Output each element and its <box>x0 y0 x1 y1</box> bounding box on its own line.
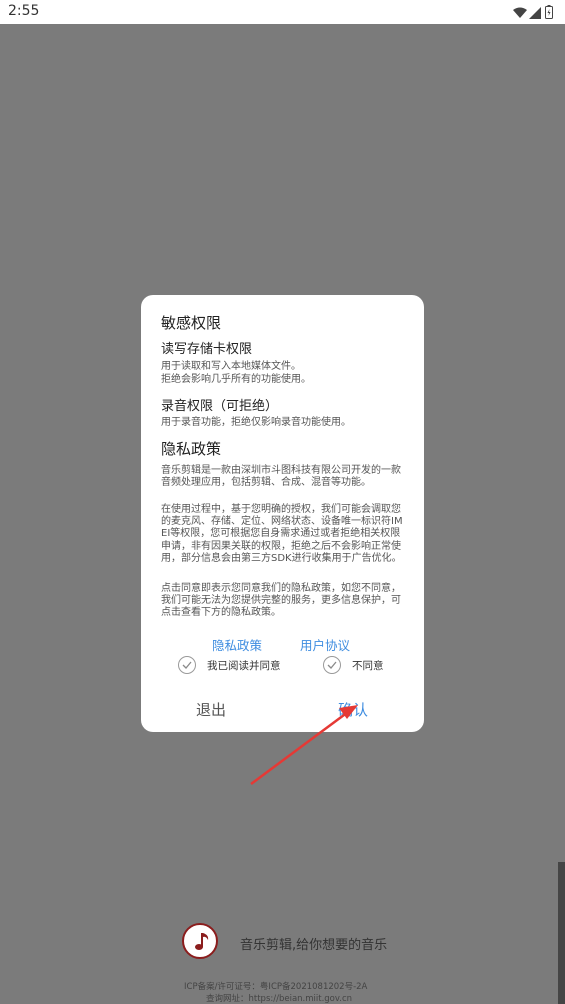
annotation-arrow-icon <box>250 705 358 786</box>
scroll-handle[interactable] <box>558 862 565 1004</box>
app-slogan: 音乐剪辑,给你想要的音乐 <box>240 938 388 953</box>
app-logo <box>182 923 218 959</box>
music-note-icon <box>195 933 209 950</box>
icp-query-url: 查询网址：https://beian.miit.gov.cn <box>206 994 353 1004</box>
icp-license: ICP备案/许可证号：粤ICP备2021081202号-2A <box>184 982 368 992</box>
